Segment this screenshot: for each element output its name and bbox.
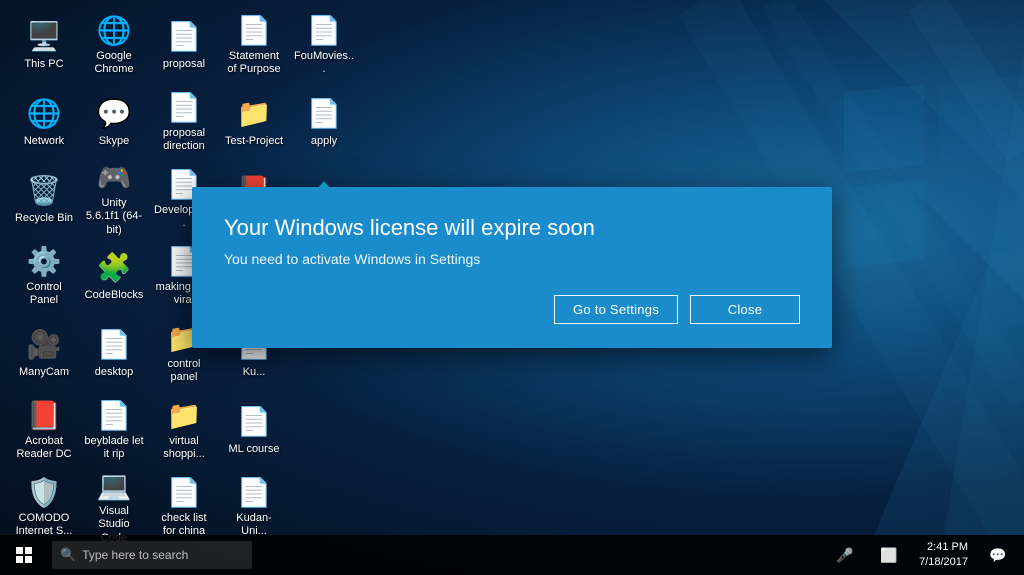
taskbar-clock[interactable]: 2:41 PM 7/18/2017 <box>915 540 972 571</box>
notifications-icon[interactable]: 💬 <box>980 535 1016 575</box>
modal-buttons: Go to Settings Close <box>224 295 800 324</box>
search-icon: 🔍 <box>60 547 76 563</box>
start-button[interactable] <box>0 535 48 575</box>
windows-logo-icon <box>16 547 32 563</box>
windows-license-dialog: Your Windows license will expire soon Yo… <box>192 187 832 348</box>
modal-overlay: Your Windows license will expire soon Yo… <box>0 0 1024 535</box>
search-placeholder: Type here to search <box>82 548 188 562</box>
search-bar[interactable]: 🔍 Type here to search <box>52 541 252 569</box>
clock-date: 7/18/2017 <box>919 555 968 570</box>
task-view-icon[interactable]: ⬜ <box>871 535 907 575</box>
close-button[interactable]: Close <box>690 295 800 324</box>
modal-title: Your Windows license will expire soon <box>224 215 800 241</box>
microphone-icon[interactable]: 🎤 <box>827 535 863 575</box>
desktop: 🖥️ This PC 🌐 Google Chrome 📄 proposal 📄 … <box>0 0 1024 575</box>
modal-subtitle: You need to activate Windows in Settings <box>224 251 800 267</box>
taskbar: 🔍 Type here to search 🎤 ⬜ 2:41 PM 7/18/2… <box>0 535 1024 575</box>
clock-time: 2:41 PM <box>927 540 968 555</box>
go-to-settings-button[interactable]: Go to Settings <box>554 295 678 324</box>
taskbar-right: 🎤 ⬜ 2:41 PM 7/18/2017 💬 <box>827 535 1024 575</box>
